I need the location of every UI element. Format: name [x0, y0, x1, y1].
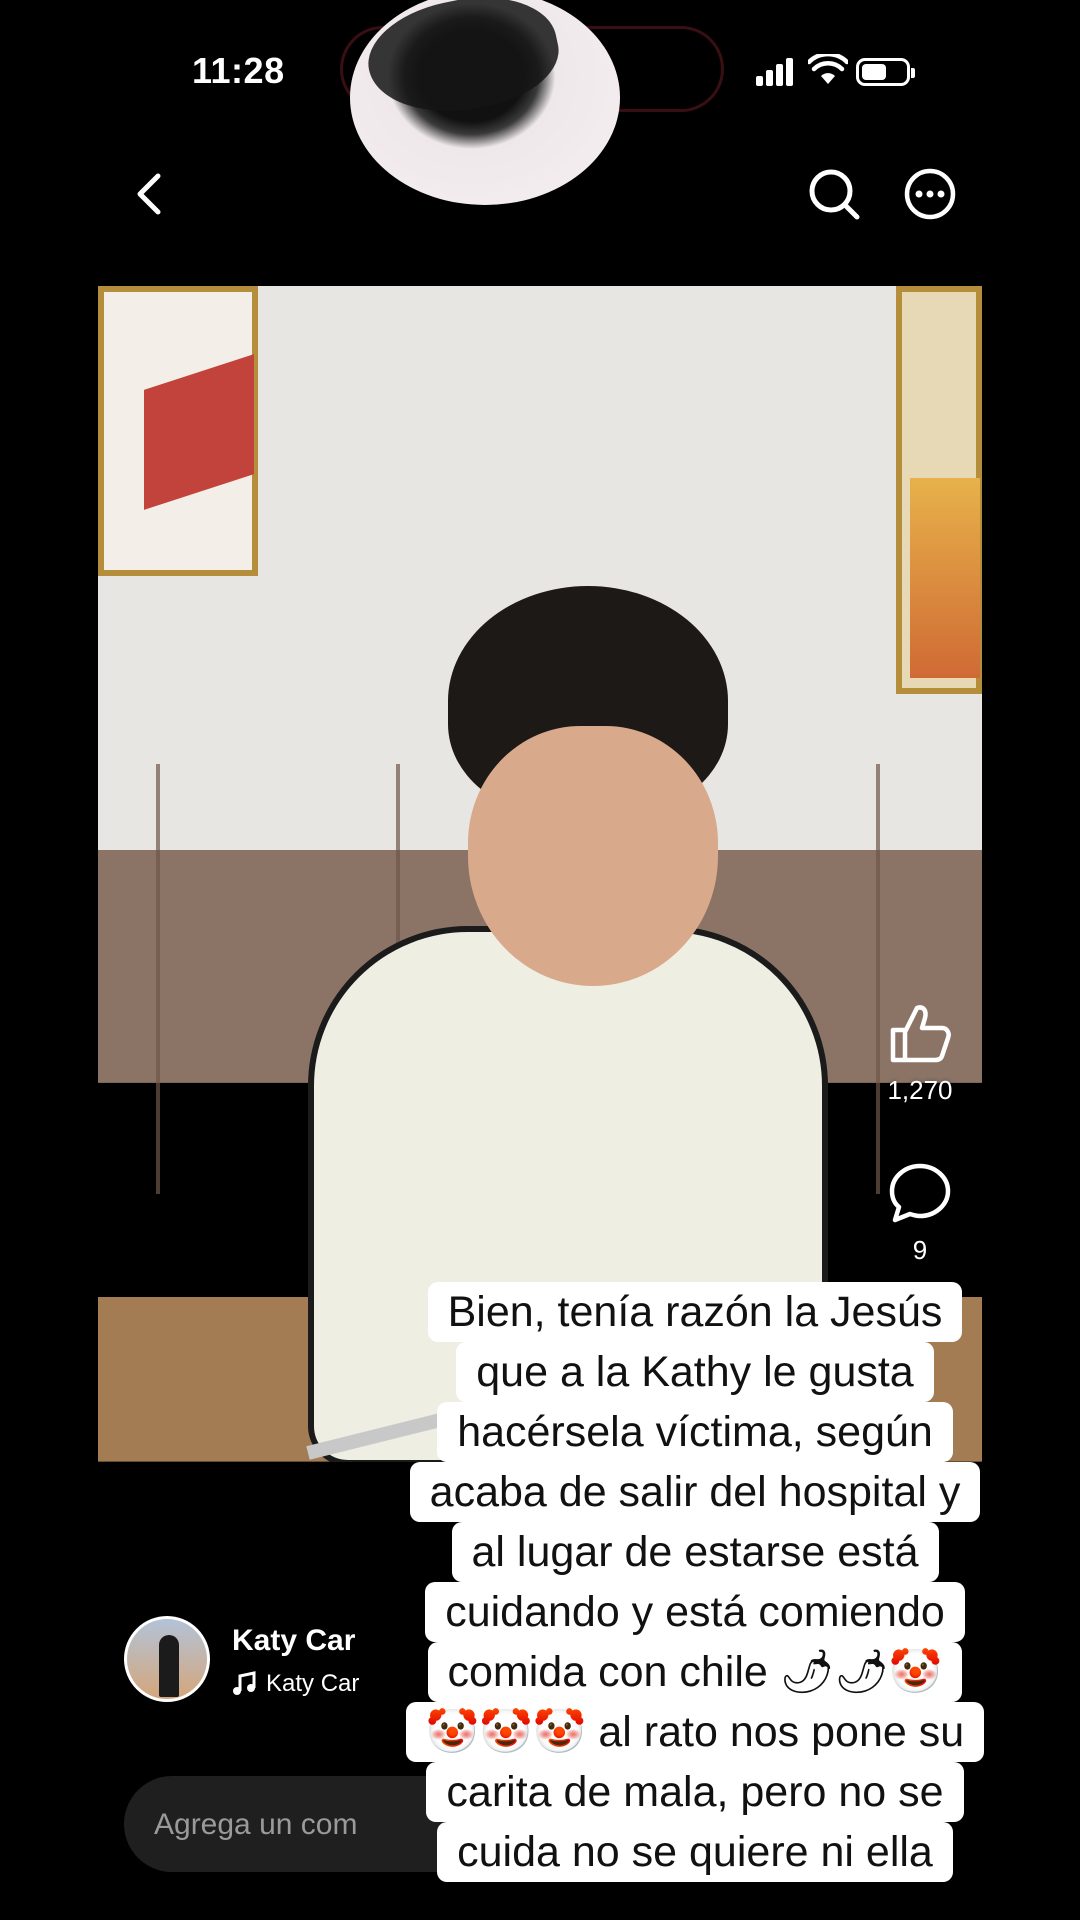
caption-line: cuida no se quiere ni ella: [437, 1822, 953, 1882]
music-note-icon: [233, 1671, 256, 1695]
author-name[interactable]: Katy Car: [232, 1624, 355, 1658]
status-bar: 11:28: [0, 0, 1080, 205]
search-icon: [809, 169, 860, 220]
wifi-icon: [808, 54, 848, 84]
caption-line: 🤡🤡🤡 al rato nos pone su: [405, 1702, 985, 1762]
caption-line: Bien, tenía razón la Jesús: [427, 1282, 963, 1342]
more-icon: [904, 168, 956, 220]
caption-line: cuidando y está comiendo: [425, 1582, 965, 1642]
more-options-button[interactable]: [902, 166, 958, 222]
chevron-left-icon: [137, 173, 161, 215]
comment-button[interactable]: 9: [880, 1160, 960, 1266]
music-label: Katy Car: [266, 1670, 360, 1697]
battery-icon: [856, 58, 915, 86]
caption-overlay: Bien, tenía razón la Jesús que a la Kath…: [360, 1282, 1030, 1882]
avatar[interactable]: [124, 1616, 210, 1702]
wall-poster-left: [98, 286, 258, 576]
like-button[interactable]: 1,270: [880, 1000, 960, 1106]
caption-line: carita de mala, pero no se: [426, 1762, 964, 1822]
caption-line: comida con chile 🌶🌶🤡: [427, 1642, 963, 1702]
caption-line: hacérsela víctima, según: [437, 1402, 953, 1462]
back-button[interactable]: [122, 166, 178, 222]
like-count: 1,270: [887, 1075, 953, 1105]
caption-line: acaba de salir del hospital y: [409, 1462, 981, 1522]
floating-sticker-avatar[interactable]: [350, 0, 620, 205]
wall-poster-right: [896, 286, 982, 694]
music-row[interactable]: Katy Car: [232, 1670, 359, 1698]
cellular-signal-icon: [756, 58, 796, 86]
caption-line: que a la Kathy le gusta: [456, 1342, 934, 1402]
search-button[interactable]: [806, 166, 862, 222]
status-time: 11:28: [192, 50, 285, 91]
comment-bubble-icon: [889, 1163, 951, 1223]
comment-count: 9: [912, 1235, 928, 1265]
caption-line: al lugar de estarse está: [451, 1522, 939, 1582]
thumbs-up-icon: [890, 1005, 951, 1063]
